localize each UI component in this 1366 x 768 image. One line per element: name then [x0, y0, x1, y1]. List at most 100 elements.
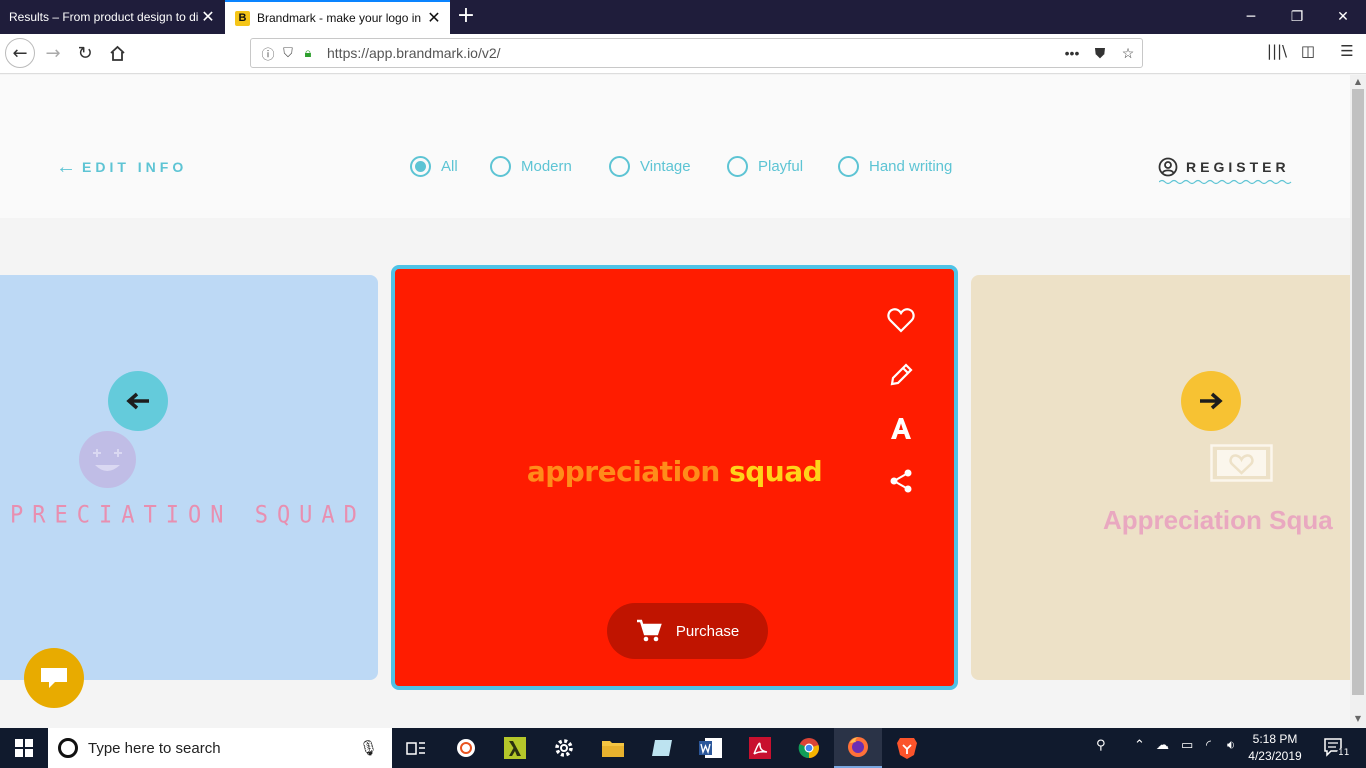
purchase-button[interactable]: Purchase — [607, 603, 768, 659]
brandmark-favicon: B — [235, 10, 250, 26]
filter-vintage[interactable]: Vintage — [609, 156, 691, 177]
scroll-up-icon[interactable]: ▲ — [1350, 77, 1366, 86]
ubuntu-icon[interactable] — [442, 728, 490, 768]
people-icon[interactable]: ⚲ — [1096, 738, 1106, 753]
chat-icon — [41, 668, 67, 688]
previous-logo-button[interactable] — [108, 371, 168, 431]
pencil-icon[interactable] — [884, 358, 918, 392]
logo-card-next[interactable] — [971, 275, 1350, 680]
scroll-thumb[interactable] — [1352, 89, 1364, 695]
register-link[interactable]: REGISTER — [1158, 157, 1290, 177]
brave-icon[interactable] — [883, 728, 931, 768]
action-center-icon[interactable]: 11 — [1323, 736, 1351, 758]
library-icon[interactable]: |||\ — [1264, 42, 1290, 60]
wavy-underline — [1159, 179, 1292, 185]
restore-icon[interactable]: ❐ — [1274, 0, 1320, 34]
reload-icon[interactable]: ↻ — [70, 38, 100, 68]
tab-results[interactable]: Results – From product design to di ✕ — [0, 0, 224, 34]
next-logo-button[interactable] — [1181, 371, 1241, 431]
radio-icon[interactable] — [609, 156, 630, 177]
chrome-icon[interactable] — [785, 728, 833, 768]
page-scrollbar[interactable]: ▲ ▼ — [1350, 75, 1366, 727]
browser-tab-strip: Results – From product design to di ✕ B … — [0, 0, 1366, 34]
task-view-icon[interactable] — [392, 728, 440, 768]
url-text[interactable]: https://app.brandmark.io/v2/ — [327, 45, 1058, 61]
sidebar-icon[interactable]: ◫ — [1295, 42, 1321, 60]
pocket-icon[interactable]: ⛊ — [1086, 45, 1114, 62]
filter-label: All — [441, 158, 458, 175]
taskbar-search-box[interactable]: Type here to search 🎙︎ — [48, 728, 392, 768]
tray-chevron-up-icon[interactable]: ⌃ — [1134, 738, 1145, 753]
settings-gear-icon[interactable] — [540, 728, 588, 768]
clock-date: 4/23/2019 — [1248, 749, 1302, 763]
heart-icon[interactable] — [884, 303, 918, 337]
lock-icon[interactable]: 🔒︎ — [299, 45, 317, 61]
chat-bubble-button[interactable] — [24, 648, 84, 708]
logo-wordmark-center: appreciation squad — [395, 455, 954, 488]
radio-icon[interactable] — [838, 156, 859, 177]
cart-icon — [636, 619, 662, 642]
volume-icon[interactable]: 🔉︎ — [1227, 738, 1235, 753]
logo-wordmark-right: Appreciation Squa — [1103, 505, 1333, 535]
lambda-app-icon[interactable] — [491, 728, 539, 768]
radio-checked-icon[interactable] — [410, 156, 431, 177]
url-bar[interactable]: ⓘ ⛉ 🔒︎ https://app.brandmark.io/v2/ ••• … — [250, 38, 1143, 68]
page-actions-icon[interactable]: ••• — [1058, 45, 1086, 61]
new-tab-plus-icon[interactable]: + — [455, 3, 477, 28]
menu-icon[interactable]: ☰ — [1334, 42, 1360, 60]
forward-arrow-icon[interactable]: → — [38, 38, 68, 68]
microphone-icon[interactable]: 🎙︎ — [359, 739, 378, 757]
tracking-shield-icon[interactable]: ⛉ — [279, 45, 297, 61]
radio-icon[interactable] — [490, 156, 511, 177]
share-icon[interactable] — [884, 464, 918, 498]
font-icon[interactable] — [884, 411, 918, 445]
notes-app-icon[interactable] — [638, 728, 686, 768]
smiley-face-icon — [79, 431, 136, 488]
minimize-icon[interactable]: ─ — [1228, 0, 1274, 34]
notification-count-badge: 11 — [1337, 748, 1351, 758]
tab-title: Results – From product design to di — [9, 10, 198, 24]
file-explorer-icon[interactable] — [589, 728, 637, 768]
close-icon[interactable]: ✕ — [198, 7, 218, 27]
cortana-icon — [58, 738, 78, 758]
windows-taskbar: Type here to search 🎙︎ ⚲ ⌃ ☁ ▭ ◜ 🔉︎ 5:18… — [0, 728, 1366, 768]
logo-card-previous[interactable] — [0, 275, 378, 680]
word-icon[interactable] — [687, 728, 735, 768]
clock-time: 5:18 PM — [1252, 732, 1298, 746]
firefox-icon[interactable] — [834, 728, 882, 768]
filter-label: Vintage — [640, 158, 691, 175]
wordmark-part2: squad — [729, 455, 823, 488]
filter-hand-writing[interactable]: Hand writing — [838, 156, 952, 177]
arrow-right-icon — [1200, 392, 1223, 410]
tab-title: Brandmark - make your logo in — [257, 11, 422, 25]
info-icon[interactable]: ⓘ — [259, 44, 277, 63]
ticket-heart-icon — [1210, 444, 1273, 482]
windows-start-icon[interactable] — [0, 728, 48, 768]
purchase-label: Purchase — [675, 622, 740, 640]
close-icon[interactable]: ✕ — [424, 8, 444, 28]
tab-brandmark[interactable]: B Brandmark - make your logo in ✕ — [225, 0, 450, 34]
acrobat-icon[interactable] — [736, 728, 784, 768]
filter-playful[interactable]: Playful — [727, 156, 803, 177]
filter-modern[interactable]: Modern — [490, 156, 572, 177]
onedrive-cloud-icon[interactable]: ☁ — [1156, 738, 1169, 753]
brandmark-page: ← EDIT INFO All Modern Vintage Playful H… — [0, 75, 1350, 727]
radio-icon[interactable] — [727, 156, 748, 177]
filter-label: Playful — [758, 158, 804, 175]
logo-wordmark-left: PRECIATION SQUAD — [10, 501, 366, 530]
back-arrow-icon[interactable]: ← — [5, 38, 35, 68]
edit-info-link[interactable]: ← EDIT INFO — [56, 156, 187, 178]
scroll-down-icon[interactable]: ▼ — [1350, 714, 1366, 723]
window-close-icon[interactable]: ✕ — [1320, 0, 1366, 34]
battery-icon[interactable]: ▭ — [1181, 738, 1193, 753]
register-label: REGISTER — [1186, 159, 1290, 175]
bookmark-star-icon[interactable]: ☆ — [1114, 45, 1142, 62]
wifi-icon[interactable]: ◜ — [1206, 738, 1211, 753]
arrow-left-icon: ← — [56, 156, 76, 178]
user-circle-icon — [1158, 157, 1178, 177]
home-icon[interactable] — [102, 38, 132, 68]
filter-label: Hand writing — [869, 158, 953, 175]
taskbar-clock[interactable]: 5:18 PM 4/23/2019 — [1244, 731, 1306, 765]
filter-all[interactable]: All — [410, 156, 458, 177]
arrow-left-icon — [126, 392, 149, 410]
